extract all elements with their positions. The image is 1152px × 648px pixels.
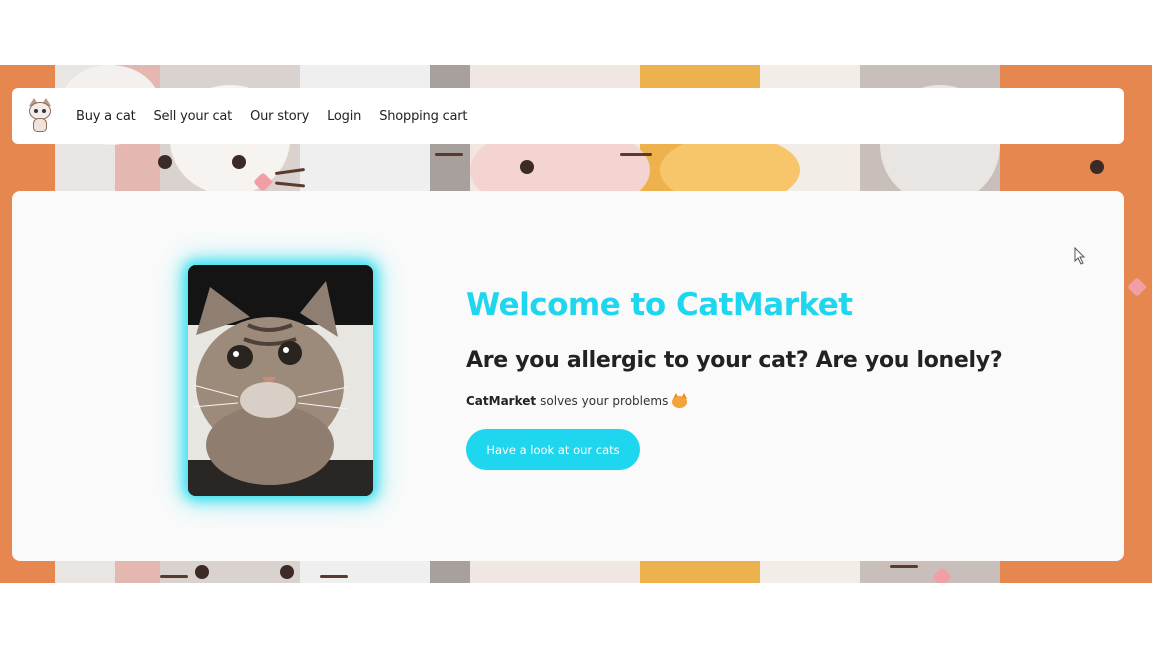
browse-cats-button[interactable]: Have a look at our cats: [466, 429, 640, 470]
cat-eye-decoration: [232, 155, 246, 169]
heart-decoration: [1127, 277, 1147, 297]
tagline-text: solves your problems: [540, 393, 669, 408]
smiling-cat-emoji-icon: [671, 393, 688, 408]
whisker-decoration: [160, 575, 188, 578]
hero-tagline: CatMarket solves your problems: [466, 393, 688, 408]
hero-subtitle: Are you allergic to your cat? Are you lo…: [466, 348, 1003, 373]
cat-eye-decoration: [280, 565, 294, 579]
cat-eye-decoration: [1090, 160, 1104, 174]
heart-decoration: [932, 567, 952, 583]
cat-logo-icon[interactable]: [26, 98, 54, 134]
page: Buy a cat Sell your cat Our story Login …: [0, 0, 1152, 648]
nav-link-login[interactable]: Login: [327, 109, 361, 124]
nav-link-shopping-cart[interactable]: Shopping cart: [379, 109, 467, 124]
cat-eye-decoration: [158, 155, 172, 169]
tabby-cat-photo: [188, 265, 373, 496]
page-title: Welcome to CatMarket: [466, 287, 853, 323]
whisker-decoration: [320, 575, 348, 578]
whisker-decoration: [435, 153, 463, 156]
cat-eye-decoration: [195, 565, 209, 579]
cat-eye-decoration: [520, 160, 534, 174]
nav-link-our-story[interactable]: Our story: [250, 109, 309, 124]
nav-link-buy-cat[interactable]: Buy a cat: [76, 109, 136, 124]
whisker-decoration: [274, 181, 306, 188]
hero-card: Welcome to CatMarket Are you allergic to…: [12, 191, 1124, 561]
whisker-decoration: [620, 153, 652, 156]
mouse-cursor-icon: [1074, 247, 1086, 265]
whisker-decoration: [890, 565, 918, 568]
brand-name: CatMarket: [466, 393, 537, 408]
nav-link-sell-cat[interactable]: Sell your cat: [154, 109, 233, 124]
navbar: Buy a cat Sell your cat Our story Login …: [12, 88, 1124, 144]
